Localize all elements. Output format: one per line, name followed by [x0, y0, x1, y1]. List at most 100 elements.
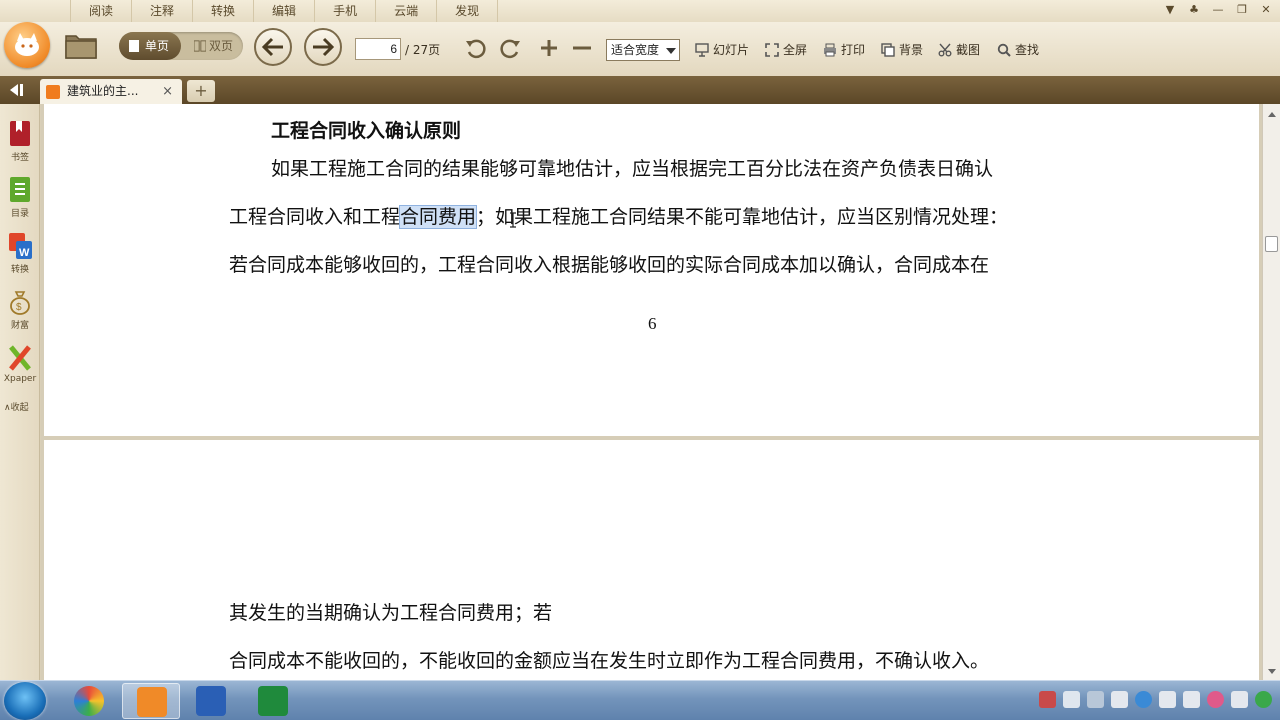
tab-document[interactable]: 建筑业的主... ×: [40, 79, 182, 104]
app-tray-icon[interactable]: [1207, 691, 1224, 708]
pdf-tray-icon[interactable]: [1039, 691, 1056, 708]
scroll-up-icon[interactable]: [1268, 112, 1276, 117]
chevron-down-icon: [666, 48, 676, 54]
taskbar-app-browser[interactable]: [60, 683, 118, 719]
app-logo[interactable]: [4, 22, 50, 68]
close-icon[interactable]: ×: [162, 79, 173, 104]
flag-icon[interactable]: [1231, 691, 1248, 708]
skin-shirt-icon[interactable]: ♣: [1186, 2, 1202, 18]
scrollbar-thumb[interactable]: [1265, 236, 1278, 252]
title-bar: 阅读 注释 转换 编辑 手机 云端 发现 ▼ ♣ — ❐ ✕: [0, 0, 1280, 22]
single-page-button[interactable]: 单页: [119, 32, 181, 60]
print-label: 打印: [841, 43, 866, 57]
keyboard-icon[interactable]: [1063, 691, 1080, 708]
double-page-icon: [194, 40, 206, 52]
find-button[interactable]: 查找: [997, 41, 1039, 59]
screenshot-button[interactable]: 截图: [938, 41, 980, 59]
sidebar-wealth-label: 财富: [10, 321, 29, 331]
scroll-down-icon[interactable]: [1268, 669, 1276, 674]
taskbar-app-excel[interactable]: [244, 683, 302, 719]
sidebar-item-convert[interactable]: W 转换: [0, 232, 40, 275]
toggle-panel-icon[interactable]: [6, 82, 26, 98]
start-button[interactable]: [4, 682, 46, 720]
pdf-file-icon: [46, 85, 60, 99]
vertical-scrollbar[interactable]: [1262, 104, 1280, 680]
menu-discover[interactable]: 发现: [437, 0, 499, 22]
close-window-icon[interactable]: ✕: [1258, 2, 1274, 18]
new-tab-button[interactable]: +: [187, 80, 215, 102]
xpaper-icon: [9, 345, 31, 371]
convert-word-icon: W: [9, 233, 32, 259]
menu-annotate[interactable]: 注释: [132, 0, 194, 22]
show-hidden-icon[interactable]: [1087, 691, 1104, 708]
sidebar-item-bookmarks[interactable]: 书签: [0, 120, 40, 163]
menu-mobile[interactable]: 手机: [315, 0, 377, 22]
fullscreen-button[interactable]: 全屏: [765, 41, 807, 59]
print-button[interactable]: 打印: [823, 41, 865, 59]
double-page-button[interactable]: 双页: [185, 32, 243, 60]
background-icon: [881, 43, 895, 57]
scissors-icon: [938, 43, 952, 57]
page-number-input[interactable]: 6: [355, 38, 401, 60]
volume-icon[interactable]: [1183, 691, 1200, 708]
browser-icon: [74, 686, 104, 716]
menu-edit[interactable]: 编辑: [254, 0, 316, 22]
paragraph-line: 如果工程施工合同的结果能够可靠地估计，应当根据完工百分比法在资产负债表日确认: [271, 158, 994, 180]
rotate-right-icon[interactable]: [498, 36, 522, 60]
sidebar-xpaper-label: Xpaper: [3, 374, 37, 384]
display-icon[interactable]: [1159, 691, 1176, 708]
search-icon: [997, 43, 1011, 57]
sidebar-toc-label: 目录: [10, 209, 29, 219]
selected-text[interactable]: 合同费用: [399, 205, 478, 229]
slideshow-label: 幻灯片: [713, 43, 750, 57]
security-icon[interactable]: [1135, 691, 1152, 708]
tab-bar: 建筑业的主... × +: [0, 76, 1280, 104]
taskbar-app-word[interactable]: [182, 683, 240, 719]
document-page-6: 工程合同收入确认原则 如果工程施工合同的结果能够可靠地估计，应当根据完工百分比法…: [44, 104, 1259, 436]
projector-icon: [695, 43, 709, 57]
zoom-out-icon[interactable]: [570, 36, 594, 60]
page-total: / 27页: [405, 43, 441, 57]
sidebar-convert-label: 转换: [10, 265, 29, 275]
slideshow-button[interactable]: 幻灯片: [695, 41, 749, 59]
menu-convert[interactable]: 转换: [193, 0, 255, 22]
restore-icon[interactable]: ❐: [1234, 2, 1250, 18]
paragraph-line: 若合同成本能够收回的，工程合同收入根据能够收回的实际合同成本加以确认，合同成本在: [229, 254, 990, 276]
sidebar-item-wealth[interactable]: $ 财富: [0, 288, 40, 331]
next-page-button[interactable]: [304, 28, 342, 66]
single-page-label: 单页: [145, 39, 170, 53]
background-label: 背景: [899, 43, 924, 57]
document-page-7: 其发生的当期确认为工程合同费用；若 合同成本不能收回的，不能收回的金额应当在发生…: [44, 440, 1259, 680]
text-run: 工程合同收入和工程: [229, 206, 401, 228]
text-run: ；如果工程施工合同结果不能可靠地估计，应当区别情况处理：: [476, 206, 1009, 228]
section-heading: 工程合同收入确认原则: [271, 120, 462, 142]
network-icon[interactable]: [1111, 691, 1128, 708]
open-folder-icon[interactable]: [64, 30, 98, 60]
money-bag-icon: $: [10, 291, 30, 315]
zoom-select[interactable]: 适合宽度: [606, 39, 680, 61]
taskbar-app-pdf-reader[interactable]: [122, 683, 180, 719]
tab-document-label: 建筑业的主...: [67, 84, 139, 98]
sidebar-item-toc[interactable]: 目录: [0, 176, 40, 219]
zoom-select-value: 适合宽度: [611, 43, 660, 57]
background-button[interactable]: 背景: [881, 41, 923, 59]
pdf-reader-icon: [137, 687, 167, 717]
word-icon: [196, 686, 226, 716]
previous-page-button[interactable]: [254, 28, 292, 66]
menu-cloud[interactable]: 云端: [376, 0, 438, 22]
arrow-left-icon: [261, 37, 283, 57]
menu-read[interactable]: 阅读: [70, 0, 133, 22]
rotate-left-icon[interactable]: [464, 36, 488, 60]
minimize-icon[interactable]: —: [1210, 2, 1226, 18]
paragraph-line: 合同成本不能收回的，不能收回的金额应当在发生时立即作为工程合同费用，不确认收入。: [229, 650, 990, 672]
fullscreen-label: 全屏: [783, 43, 808, 57]
svg-text:W: W: [19, 247, 30, 259]
shield-icon[interactable]: [1255, 691, 1272, 708]
screenshot-label: 截图: [956, 43, 981, 57]
zoom-in-icon[interactable]: [537, 36, 561, 60]
dropdown-menu-icon[interactable]: ▼: [1162, 2, 1178, 18]
arrow-right-icon: [313, 37, 335, 57]
sidebar-collapse[interactable]: ∧收起: [4, 400, 29, 413]
sidebar-item-xpaper[interactable]: Xpaper: [0, 344, 40, 384]
document-viewport[interactable]: 工程合同收入确认原则 如果工程施工合同的结果能够可靠地估计，应当根据完工百分比法…: [41, 104, 1266, 680]
